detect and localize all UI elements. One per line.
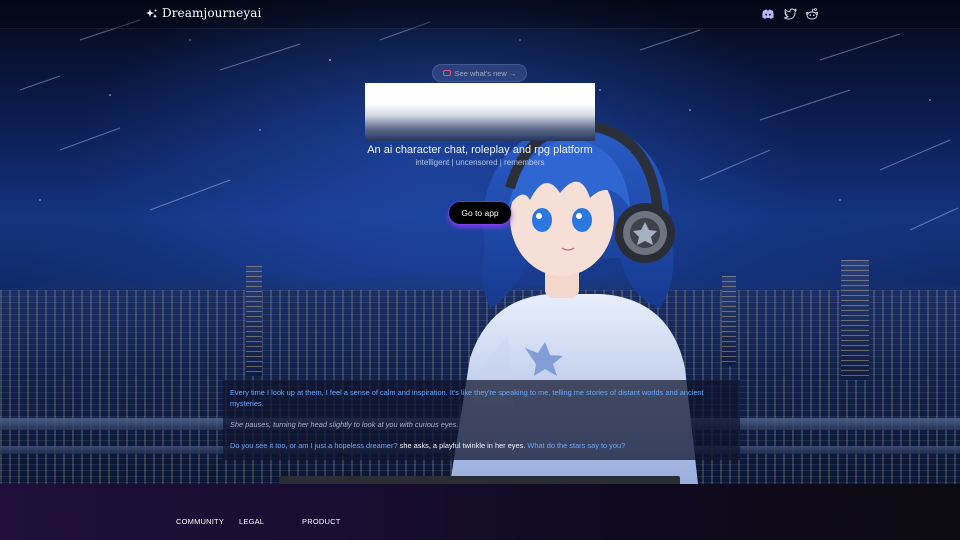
- dialog-speech-line: Every time I look up at them, I feel a s…: [230, 388, 704, 408]
- hero-subtagline: intelligent | uncensored | remembers: [415, 158, 545, 167]
- footer-heading-legal: LEGAL: [239, 517, 265, 526]
- roleplay-dialog-box: Every time I look up at them, I feel a s…: [223, 380, 740, 460]
- top-navigation-bar: Dreamjourneyai: [0, 0, 960, 29]
- brand-logo-link[interactable]: Dreamjourneyai: [146, 6, 261, 20]
- go-to-app-button[interactable]: Go to app: [449, 202, 511, 224]
- sparkle-icon: [146, 7, 158, 19]
- announcement-label: See what's new →: [454, 68, 517, 78]
- footer-heading-community: COMMUNITY: [176, 517, 225, 526]
- dialog-mixed-line: Do you see it too, or am I just a hopele…: [230, 440, 733, 451]
- social-links: [761, 7, 819, 21]
- brand-name: Dreamjourneyai: [162, 6, 262, 20]
- content-preview-strip: [279, 476, 680, 484]
- dialog-speech-fragment: Do you see it too, or am I just a hopele…: [230, 441, 398, 450]
- twitter-icon[interactable]: [783, 7, 797, 21]
- dialog-speech-fragment-end: What do the stars say to you?: [527, 441, 626, 450]
- skyscraper-right: [841, 260, 869, 380]
- skyscraper-left: [246, 266, 262, 376]
- site-footer: COMMUNITY LEGAL PRODUCT: [0, 484, 960, 540]
- video-icon: [442, 70, 451, 76]
- footer-heading-product: PRODUCT: [302, 517, 341, 526]
- dialog-narration-line: She pauses, turning her head slightly to…: [230, 420, 459, 429]
- hero-tagline: An ai character chat, roleplay and rpg p…: [367, 144, 593, 156]
- discord-icon[interactable]: [761, 7, 775, 21]
- hero-logo-image: [365, 83, 595, 141]
- dialog-narration-fragment: she asks, a playful twinkle in her eyes.: [397, 441, 528, 450]
- reddit-icon[interactable]: [805, 7, 819, 21]
- whats-new-announcement[interactable]: See what's new →: [432, 64, 527, 82]
